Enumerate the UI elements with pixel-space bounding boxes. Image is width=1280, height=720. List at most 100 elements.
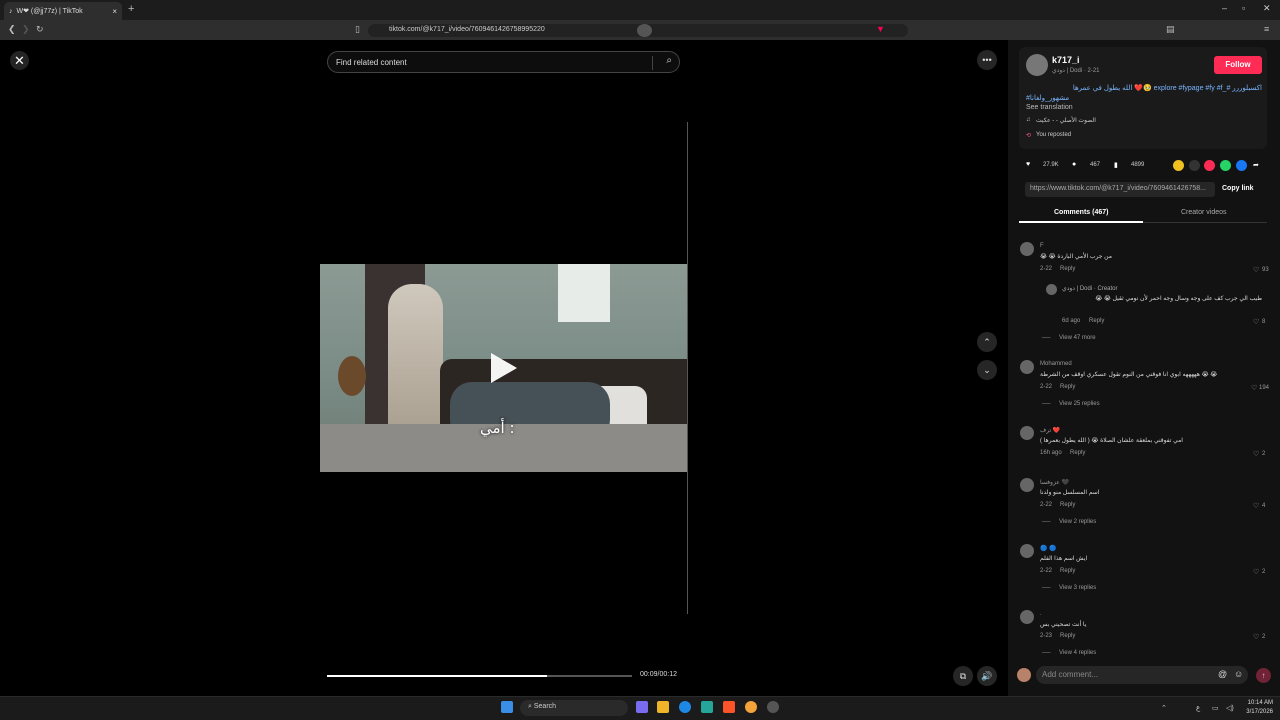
comment-text: اسم المسلسل منو ولدنا	[1040, 490, 1100, 496]
brave-shield-icon[interactable]: ▼	[876, 24, 885, 34]
steam-icon[interactable]	[767, 701, 779, 713]
previous-video-button[interactable]: ⌃	[977, 332, 997, 352]
brave-icon[interactable]	[723, 701, 735, 713]
post-comment-button[interactable]: ↑	[1256, 668, 1271, 683]
share-arrow-icon[interactable]: ➦	[1253, 161, 1259, 169]
video-standing-person	[388, 284, 443, 434]
author-username[interactable]: k717_i	[1052, 55, 1080, 65]
tray-chevron-icon[interactable]: ⌃	[1161, 704, 1167, 712]
add-comment-input[interactable]: Add comment...	[1036, 666, 1248, 684]
comment-user[interactable]: 🔵 🔵	[1040, 545, 1057, 552]
view-more-replies[interactable]: View 2 replies	[1059, 519, 1096, 525]
comment-avatar[interactable]	[1020, 544, 1034, 558]
reply-button[interactable]: Reply	[1060, 384, 1075, 390]
comment-like-icon[interactable]: ♡	[1253, 502, 1259, 510]
app-icon[interactable]	[701, 701, 713, 713]
play-icon[interactable]	[491, 353, 517, 383]
copy-link-button[interactable]: Copy link	[1222, 185, 1254, 192]
file-explorer-icon[interactable]	[657, 701, 669, 713]
comment-avatar[interactable]	[1020, 242, 1034, 256]
clock-time[interactable]: 10:14 AM	[1241, 700, 1273, 706]
clock-date[interactable]: 3/17/2026	[1238, 709, 1273, 715]
search-icon[interactable]: ⌕	[666, 55, 672, 66]
reply-button[interactable]: Reply	[1060, 633, 1075, 639]
reload-icon[interactable]: ↻	[36, 24, 44, 35]
close-video-button[interactable]: ✕	[10, 51, 29, 70]
comment-like-icon[interactable]: ♡	[1253, 266, 1259, 274]
video-frame[interactable]: أمي :	[320, 264, 688, 472]
view-more-replies[interactable]: View 4 replies	[1059, 650, 1096, 656]
floating-player-button[interactable]: ⧉	[953, 666, 973, 686]
emoji-icon[interactable]: ☺	[1234, 669, 1243, 679]
comment-user[interactable]: عزوفسا 🖤	[1040, 479, 1069, 486]
new-tab-button[interactable]: +	[128, 3, 134, 15]
reply-button[interactable]: Reply	[1060, 266, 1075, 272]
follow-button[interactable]: Follow	[1214, 56, 1262, 74]
video-edge-divider	[687, 122, 688, 614]
comment-like-icon[interactable]: ♡	[1253, 450, 1259, 458]
language-indicator[interactable]: ع	[1196, 704, 1200, 712]
current-user-avatar	[1017, 668, 1031, 682]
send-icon[interactable]	[1204, 160, 1215, 171]
comment-user[interactable]: دودي | Dodi · Creator	[1062, 285, 1118, 292]
embed-icon[interactable]	[1189, 160, 1200, 171]
comment-user[interactable]: .	[1040, 611, 1042, 617]
mention-icon[interactable]: @	[1218, 669, 1227, 679]
edge-icon[interactable]	[679, 701, 691, 713]
speaker-icon[interactable]: ◁)	[1226, 704, 1234, 712]
whatsapp-icon[interactable]	[1220, 160, 1231, 171]
tab-close-icon[interactable]: ×	[112, 7, 117, 16]
forward-icon[interactable]: ❯	[22, 24, 30, 35]
reply-button[interactable]: Reply	[1060, 568, 1075, 574]
browser-tab[interactable]: ♪ W❤ (@jj77z) | TikTok ×	[4, 2, 122, 20]
window-close-button[interactable]: ✕	[1263, 3, 1271, 14]
view-more-replies[interactable]: View 47 more	[1059, 335, 1096, 341]
copilot-icon[interactable]	[636, 701, 648, 713]
window-minimize-button[interactable]: –	[1222, 3, 1227, 13]
steam-extension-icon[interactable]	[637, 24, 652, 37]
video-progress-bar[interactable]	[327, 675, 632, 677]
next-video-button[interactable]: ⌄	[977, 360, 997, 380]
window-maximize-button[interactable]: ▫	[1242, 3, 1245, 13]
reply-button[interactable]: Reply	[1089, 318, 1104, 324]
comment-avatar[interactable]	[1020, 360, 1034, 374]
find-related-search[interactable]: Find related content ⌕	[327, 51, 680, 73]
share-friends-icon[interactable]	[1173, 160, 1184, 171]
heart-icon[interactable]: ♥	[1026, 161, 1030, 168]
post-sound[interactable]: الصوت الأصلي - - عكيت	[1036, 117, 1096, 124]
bookmark-save-icon[interactable]: ▮	[1114, 161, 1118, 169]
menu-icon[interactable]: ≡	[1264, 24, 1269, 34]
view-more-replies[interactable]: View 3 replies	[1059, 585, 1096, 591]
facebook-icon[interactable]	[1236, 160, 1247, 171]
comment-avatar[interactable]	[1020, 610, 1034, 624]
comment-avatar[interactable]	[1046, 284, 1057, 295]
bookmark-icon[interactable]: ▯	[355, 24, 360, 35]
comment-like-icon[interactable]: ♡	[1253, 568, 1259, 576]
comment-like-icon[interactable]: ♡	[1253, 318, 1259, 326]
comment-user[interactable]: ترف ❤️	[1040, 427, 1060, 434]
sidebar-toggle-icon[interactable]: ▤	[1166, 24, 1175, 35]
comment-like-icon[interactable]: ♡	[1251, 384, 1257, 392]
more-options-button[interactable]: •••	[977, 50, 997, 70]
post-caption-tag[interactable]: #مشهور_ولغانا	[1026, 94, 1069, 102]
chrome-icon[interactable]	[745, 701, 757, 713]
see-translation-link[interactable]: See translation	[1026, 104, 1073, 111]
reply-button[interactable]: Reply	[1070, 450, 1085, 456]
comment-icon[interactable]: ●	[1072, 161, 1076, 168]
view-more-replies[interactable]: View 25 replies	[1059, 401, 1100, 407]
author-avatar[interactable]	[1026, 54, 1048, 76]
video-link-field[interactable]: https://www.tiktok.com/@k717_i/video/760…	[1025, 182, 1215, 197]
network-icon[interactable]: ▭	[1212, 704, 1219, 712]
taskbar-search[interactable]: ⌕ Search	[520, 700, 628, 716]
reply-button[interactable]: Reply	[1060, 502, 1075, 508]
comment-avatar[interactable]	[1020, 478, 1034, 492]
back-icon[interactable]: ❮	[8, 24, 16, 35]
comment-user[interactable]: F	[1040, 243, 1044, 249]
tab-comments[interactable]: Comments (467)	[1054, 209, 1108, 216]
comment-avatar[interactable]	[1020, 426, 1034, 440]
comment-like-icon[interactable]: ♡	[1253, 633, 1259, 641]
tab-creator-videos[interactable]: Creator videos	[1181, 209, 1227, 216]
start-icon[interactable]	[501, 701, 513, 713]
volume-button[interactable]: 🔊	[977, 666, 997, 686]
comment-user[interactable]: Mohammed	[1040, 361, 1072, 367]
